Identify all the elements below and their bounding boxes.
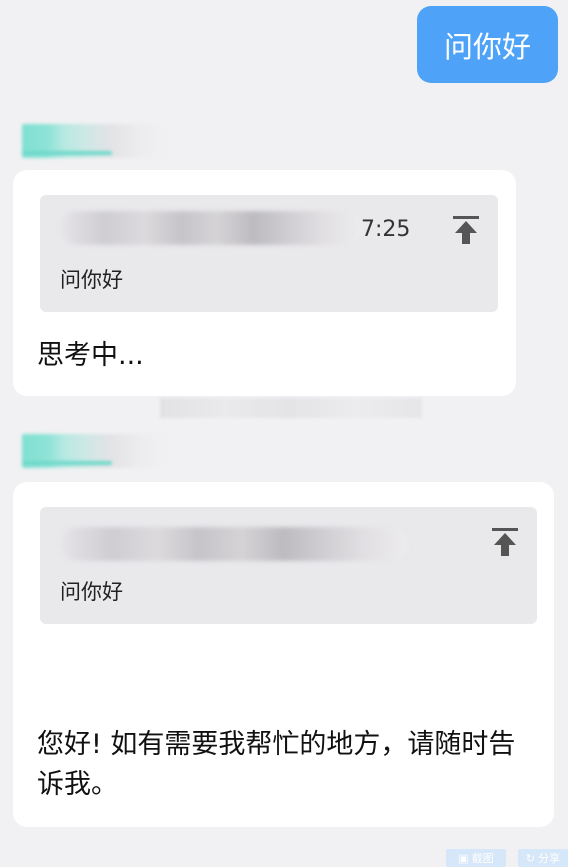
quoted-sender-redacted <box>60 211 362 245</box>
quoted-time: 7:25 <box>361 217 411 242</box>
image-icon: ▣ <box>458 851 469 865</box>
share-button[interactable]: ↻ 分享 <box>518 849 568 867</box>
quoted-message[interactable]: 问你好 <box>40 507 537 624</box>
sender-name-redacted <box>22 124 166 158</box>
share-label: 分享 <box>538 852 561 865</box>
sender-name-redacted <box>22 434 166 468</box>
quoted-text: 问你好 <box>60 580 123 604</box>
jump-to-top-icon[interactable] <box>453 216 479 244</box>
quoted-text: 问你好 <box>60 268 123 292</box>
jump-to-top-icon[interactable] <box>492 528 518 556</box>
bot-message-card[interactable]: 7:25 问你好 思考中... <box>13 170 516 396</box>
bot-message-card[interactable]: 问你好 您好! 如有需要我帮忙的地方，请随时告诉我。 <box>13 482 554 827</box>
bot-reply-text: 您好! 如有需要我帮忙的地方，请随时告诉我。 <box>37 729 516 800</box>
share-icon: ↻ <box>525 851 536 865</box>
screenshot-label: 截图 <box>471 852 494 865</box>
quoted-message[interactable]: 7:25 问你好 <box>40 195 498 312</box>
screenshot-button[interactable]: ▣ 截图 <box>446 849 506 867</box>
timestamp-redacted <box>160 398 422 418</box>
quoted-sender-redacted <box>60 527 408 561</box>
user-message-text: 问你好 <box>443 29 531 64</box>
thinking-status: 思考中... <box>37 340 144 371</box>
user-message-bubble[interactable]: 问你好 <box>417 6 558 83</box>
